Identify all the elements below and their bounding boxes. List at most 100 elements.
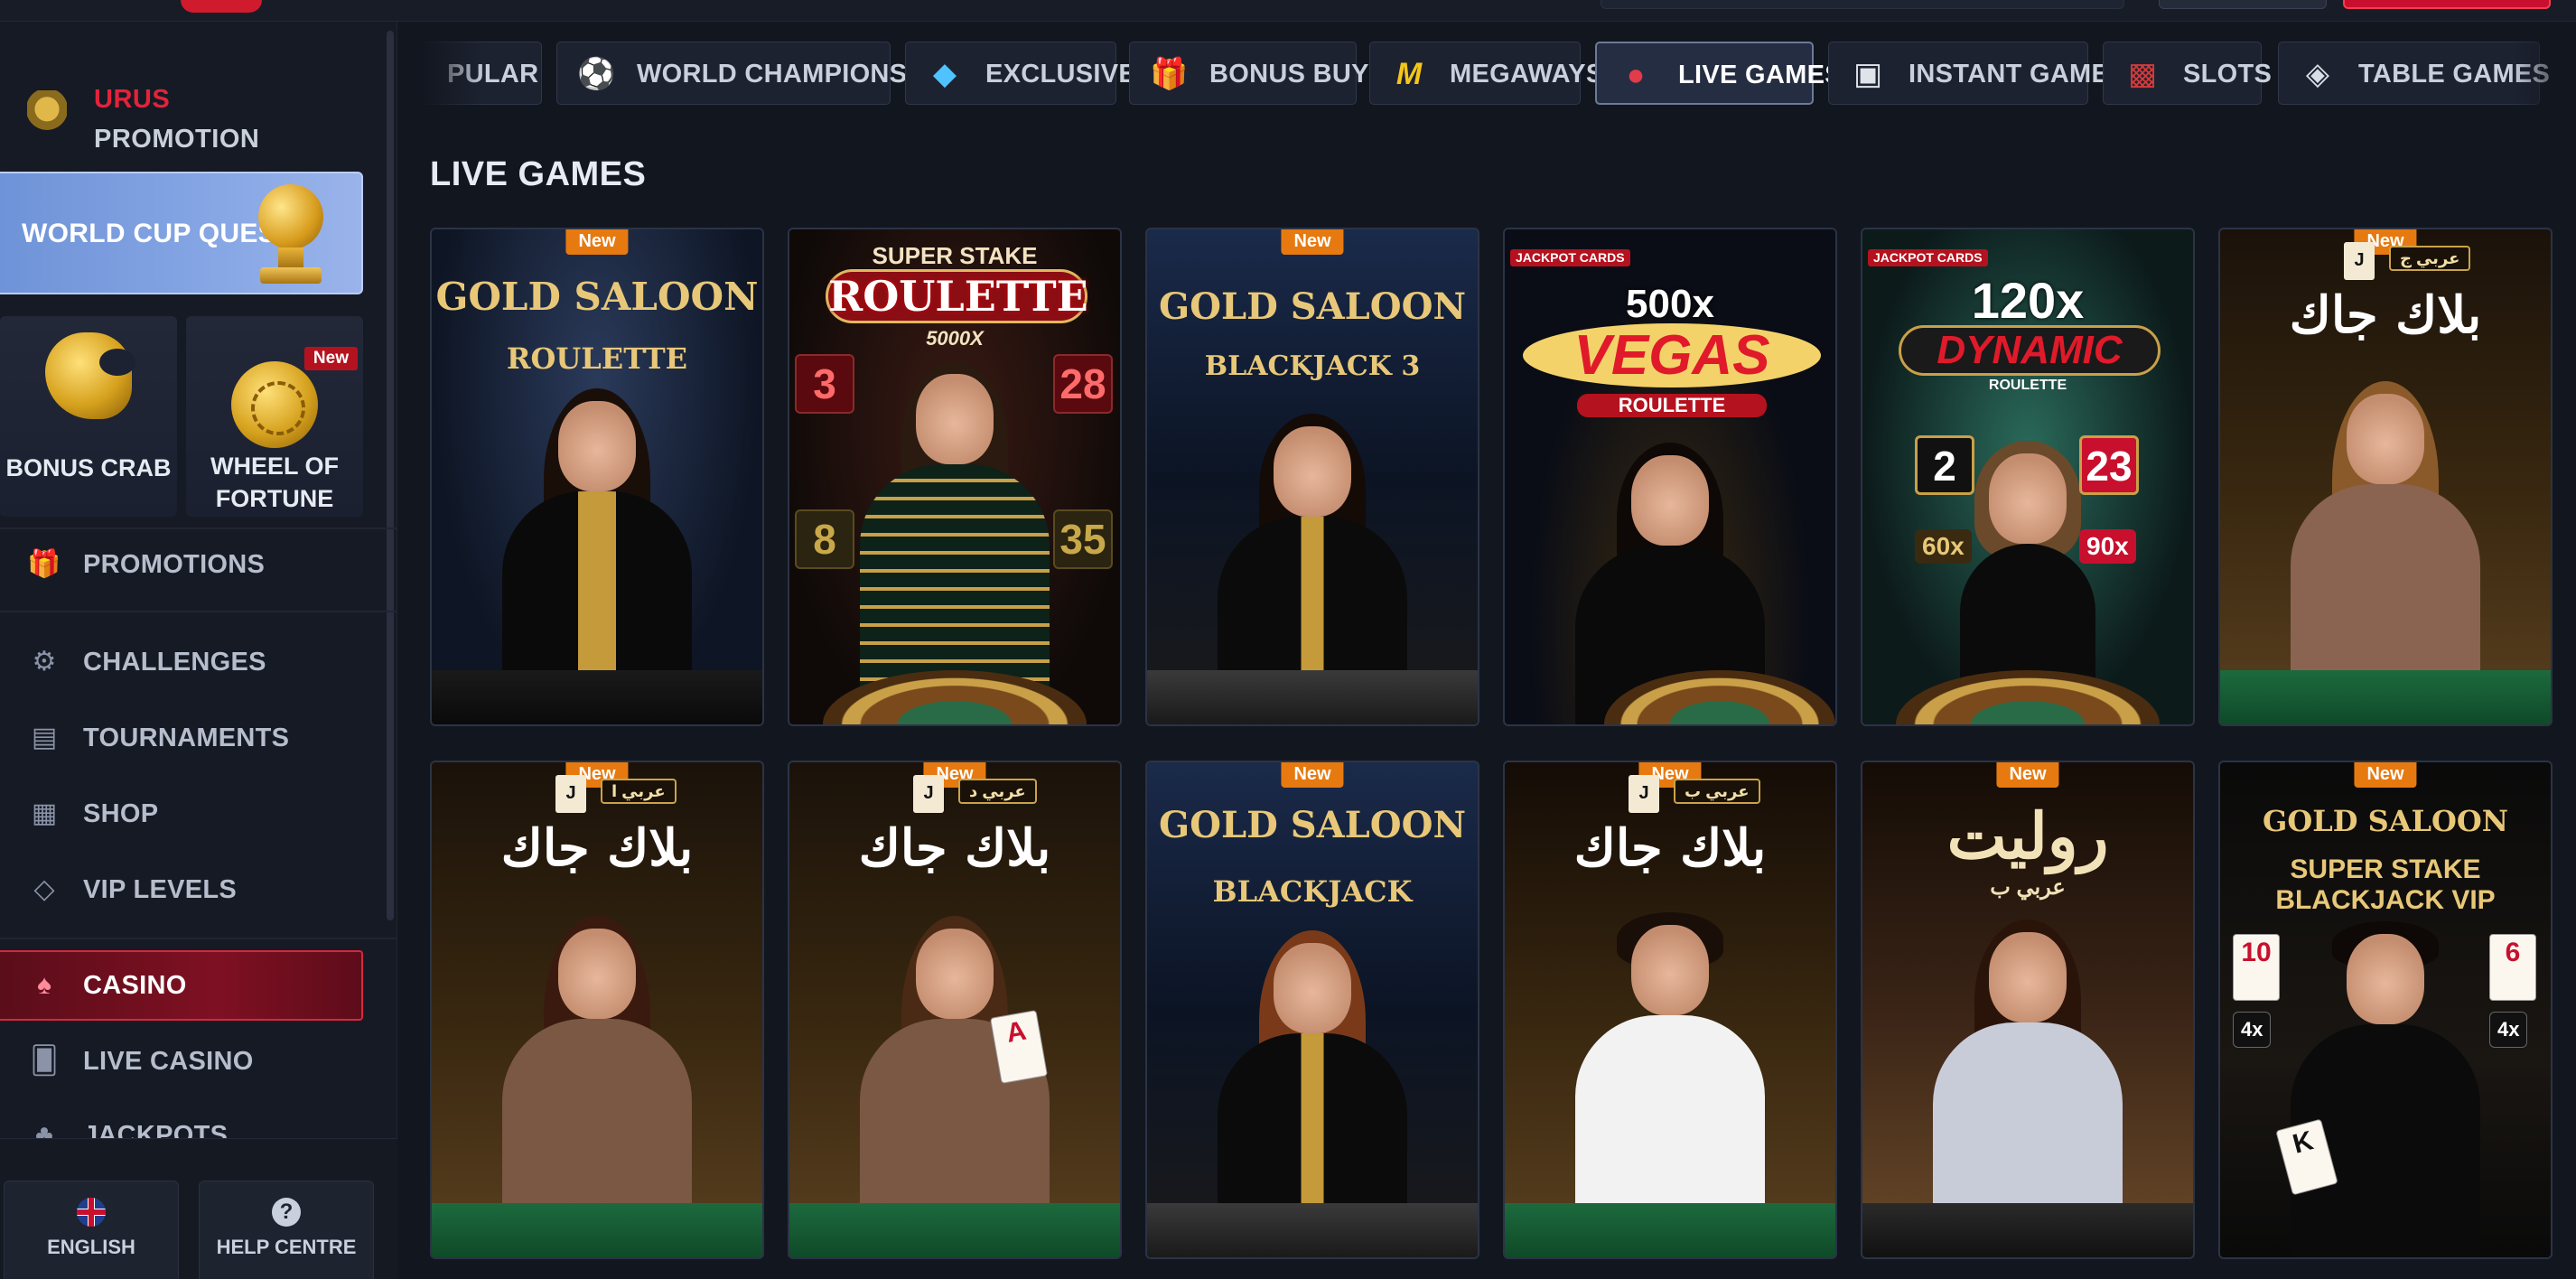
tab-exclusive[interactable]: ◆ EXCLUSIVE <box>905 42 1136 105</box>
game-subtitle: عربي ب <box>1990 875 2066 900</box>
site-logo[interactable] <box>181 0 262 13</box>
tab-megaways[interactable]: M MEGAWAYS <box>1369 42 1603 105</box>
sidebar-item-vip-levels[interactable]: ◇ VIP LEVELS <box>0 856 379 923</box>
sidebar-item-tournaments[interactable]: ▤ TOURNAMENTS <box>0 705 379 771</box>
sidebar-item-challenges[interactable]: ⚙ CHALLENGES <box>0 629 379 696</box>
urus-promotion[interactable]: URUS PROMOTION <box>27 65 370 164</box>
card-10: 10 <box>2233 934 2280 1001</box>
spade-icon: ♠ <box>37 970 51 1000</box>
game-title: DYNAMIC <box>1899 325 2161 376</box>
number-3: 3 <box>795 354 854 414</box>
soccer-ball-icon: ⚽ <box>577 57 616 91</box>
number-23: 23 <box>2079 435 2139 495</box>
game-card[interactable]: New GOLD SALOON ROULETTE <box>430 228 764 726</box>
game-title: بلاك جاك <box>2289 285 2482 345</box>
shop-icon: ▦ <box>31 798 58 828</box>
bull-logo-icon <box>27 90 67 137</box>
tab-label: BONUS BUYS <box>1209 60 1387 89</box>
tab-label: INSTANT GAMES <box>1909 60 2127 89</box>
signup-button[interactable] <box>2343 0 2551 9</box>
table-badge: عربي ا <box>601 779 677 804</box>
game-title: GOLD SALOON <box>2262 804 2509 838</box>
game-card[interactable]: JACKPOT CARDS 500x VEGAS ROULETTE <box>1503 228 1837 726</box>
multiplier-4x: 4x <box>2233 1012 2272 1048</box>
game-card[interactable]: New GOLD SALOON SUPER STAKE BLACKJACK VI… <box>2218 761 2553 1259</box>
game-title: ROULETTE <box>826 269 1088 323</box>
jack-card-icon: J <box>2344 242 2375 280</box>
number-28: 28 <box>1053 354 1113 414</box>
tab-world-championship[interactable]: ⚽ WORLD CHAMPIONSHIP <box>556 42 951 105</box>
login-button[interactable] <box>2159 0 2327 9</box>
sidebar-item-casino[interactable]: ♠ CASINO <box>0 950 363 1021</box>
section-title: LIVE GAMES <box>430 155 647 193</box>
game-subtitle: BLACKJACK <box>1212 874 1413 909</box>
world-cup-quest-banner[interactable]: WORLD CUP QUEST <box>0 172 363 294</box>
game-subtitle: 5000X <box>926 327 984 350</box>
help-centre-label: HELP CENTRE <box>216 1236 357 1258</box>
wheel-of-fortune-tile[interactable]: New WHEEL OF FORTUNE <box>186 316 363 517</box>
game-subtitle: ROULETTE <box>1988 378 2067 393</box>
game-card[interactable]: New J عربي ج بلاك جاك <box>2218 228 2553 726</box>
help-centre-button[interactable]: ? HELP CENTRE <box>199 1181 374 1279</box>
sidebar-item-live-casino[interactable]: 🂠 LIVE CASINO <box>0 1028 379 1095</box>
wheel-icon <box>231 361 318 448</box>
language-label: ENGLISH <box>47 1236 135 1258</box>
multiplier-60x: 60x <box>1915 529 1972 564</box>
game-card[interactable]: New GOLD SALOON BLACKJACK <box>1145 761 1479 1259</box>
new-badge: New <box>1281 229 1344 255</box>
game-title: بلاك جاك <box>858 818 1051 878</box>
sidebar-item-label: CHALLENGES <box>83 648 266 677</box>
tab-instant-games[interactable]: ▣ INSTANT GAMES <box>1828 42 2127 105</box>
divider <box>0 611 397 612</box>
game-card[interactable]: SUPER STAKE ROULETTE 5000X 3 28 8 35 <box>788 228 1122 726</box>
jackpot-cards-badge: JACKPOT CARDS <box>1868 249 1988 266</box>
game-title: روليت <box>1946 798 2109 873</box>
number-2: 2 <box>1915 435 1974 495</box>
bonus-crab-tile[interactable]: BONUS CRAB <box>0 316 177 517</box>
game-card[interactable]: New J عربي ا بلاك جاك <box>430 761 764 1259</box>
game-card[interactable]: New J عربي د بلاك جاك A <box>788 761 1122 1259</box>
uk-flag-icon <box>77 1198 106 1227</box>
new-badge: New <box>2354 762 2417 788</box>
new-badge: New <box>565 229 629 255</box>
tab-label: LIVE GAMES <box>1678 61 1843 89</box>
tab-label: MEGAWAYS <box>1450 60 1604 89</box>
gamepad-icon: ▣ <box>1853 57 1883 91</box>
tab-live-games[interactable]: ● LIVE GAMES <box>1595 42 1843 105</box>
number-35: 35 <box>1053 509 1113 569</box>
sidebar-item-promotions[interactable]: 🎁 PROMOTIONS <box>0 531 379 598</box>
game-card[interactable]: New J عربي ب بلاك جاك <box>1503 761 1837 1259</box>
table-badge: عربي ب <box>1674 779 1760 804</box>
game-card[interactable]: JACKPOT CARDS 120x DYNAMIC ROULETTE 2 23… <box>1861 228 2195 726</box>
trophy-icon <box>246 184 334 285</box>
jackpot-cards-badge: JACKPOT CARDS <box>1510 249 1630 266</box>
tab-slots[interactable]: ▩ SLOTS <box>2103 42 2272 105</box>
sidebar-item-jackpots[interactable]: ♣ JACKPOTS <box>0 1102 379 1138</box>
game-tagline: SUPER STAKE <box>872 242 1038 269</box>
gear-icon: ⚙ <box>32 647 57 677</box>
game-card[interactable]: New GOLD SALOON BLACKJACK 3 <box>1145 228 1479 726</box>
game-card[interactable]: New روليت عربي ب <box>1861 761 2195 1259</box>
sidebar-item-label: TOURNAMENTS <box>83 724 290 752</box>
slot-machine-icon: ▩ <box>2127 57 2158 91</box>
help-icon: ? <box>272 1198 301 1227</box>
game-title: GOLD SALOON <box>435 275 759 319</box>
language-button[interactable]: ENGLISH <box>4 1181 179 1279</box>
game-multiplier: 120x <box>1971 272 2085 329</box>
bonus-crab-label: BONUS CRAB <box>5 454 172 481</box>
table-badge: عربي د <box>958 779 1037 804</box>
tab-bonus-buys[interactable]: 🎁 BONUS BUYS <box>1129 42 1386 105</box>
scroll-fade-left <box>421 40 484 107</box>
cards-icon: 🂠 <box>30 1046 59 1076</box>
sidebar-footer: ENGLISH ? HELP CENTRE <box>0 1138 397 1279</box>
sidebar-item-shop[interactable]: ▦ SHOP <box>0 780 379 847</box>
scroll-fade-right <box>2513 40 2576 107</box>
new-badge: New <box>1996 762 2059 788</box>
game-title: GOLD SALOON <box>1158 804 1467 846</box>
game-title: GOLD SALOON <box>1158 285 1467 328</box>
search-input[interactable] <box>1601 0 2124 9</box>
promo-subtitle: PROMOTION <box>94 125 260 154</box>
megaways-m-icon: M <box>1395 57 1423 91</box>
tab-table-games[interactable]: ◈ TABLE GAMES <box>2278 42 2550 105</box>
sidebar-scrollbar[interactable] <box>387 31 394 920</box>
